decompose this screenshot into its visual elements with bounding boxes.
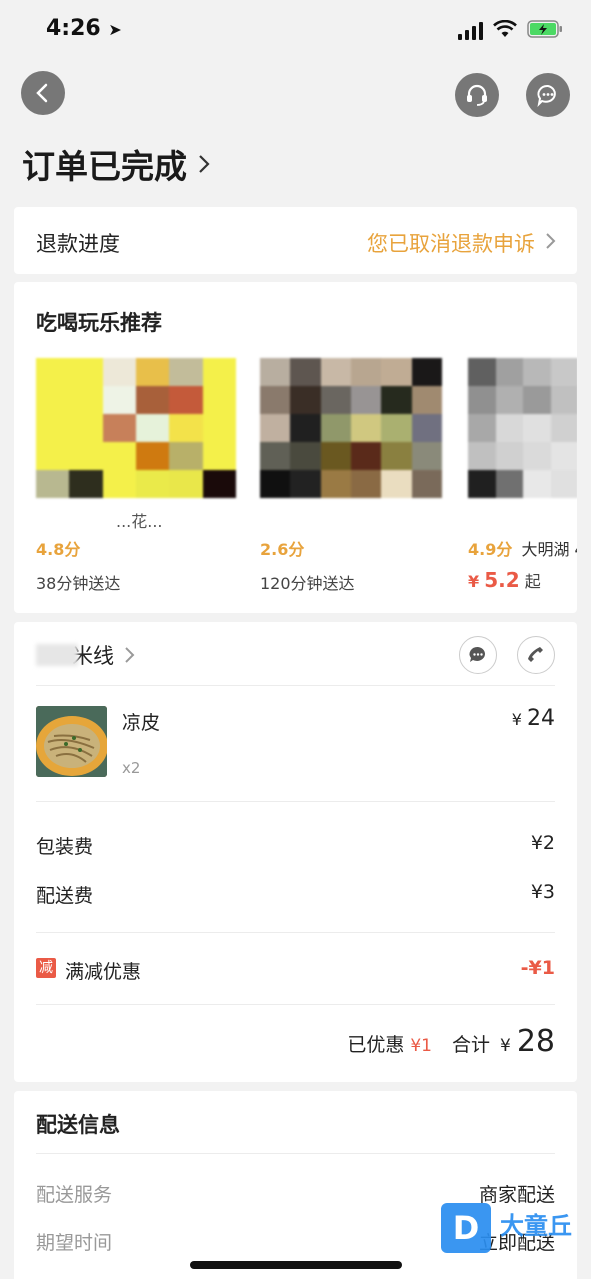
divider	[36, 1153, 555, 1154]
price-value: 24	[527, 706, 555, 731]
fee-label: 配送费	[36, 885, 94, 907]
status-time: 4:26 ➤	[46, 16, 122, 41]
recommend-card: 吃喝玩乐推荐 ...花... 4.8分 38分钟送达 2.6分 120分钟送达	[14, 282, 577, 613]
store-rating: 2.6分	[260, 540, 305, 559]
store-thumbnail	[260, 358, 442, 498]
chevron-left-icon	[36, 83, 48, 103]
food-image	[36, 706, 107, 777]
divider	[36, 801, 555, 802]
page-title: 订单已完成	[22, 147, 187, 186]
price-symbol: ¥	[511, 710, 522, 729]
total-symbol: ¥	[499, 1036, 511, 1056]
chat-bubble-icon	[537, 85, 556, 107]
total-label: 合计	[451, 1034, 490, 1056]
recommend-title: 吃喝玩乐推荐	[36, 311, 162, 335]
chevron-right-icon	[125, 647, 135, 663]
message-button[interactable]	[526, 73, 570, 117]
delivery-time: 38分钟送达	[36, 574, 121, 593]
phone-icon	[528, 647, 543, 662]
discount-label: 满减优惠	[65, 961, 142, 983]
status-time-text: 4:26	[46, 16, 101, 41]
divider	[36, 685, 555, 686]
food-price: ¥ 24	[512, 706, 555, 731]
refund-status: 您已取消退款申诉	[367, 232, 535, 256]
store-thumbnail	[468, 358, 577, 498]
shop-name-link[interactable]: 米线	[36, 640, 136, 670]
signal-icon	[458, 22, 483, 40]
fee-label: 包装费	[36, 836, 94, 858]
price-symbol: ¥	[468, 572, 480, 591]
chevron-right-icon	[546, 233, 556, 249]
divider	[36, 932, 555, 933]
delivery-title: 配送信息	[36, 1113, 120, 1137]
recommend-item[interactable]: 2.6分 120分钟送达	[260, 358, 460, 594]
total-value: 28	[516, 1024, 555, 1059]
back-button[interactable]	[21, 71, 65, 115]
food-name: 凉皮	[122, 712, 161, 734]
refund-progress-row[interactable]: 退款进度 您已取消退款申诉	[14, 207, 577, 274]
chat-bubble-icon	[469, 646, 486, 662]
customer-service-button[interactable]	[455, 73, 499, 117]
watermark-logo-glyph: D	[452, 1209, 480, 1247]
status-indicators	[458, 19, 563, 42]
delivery-service-value: 商家配送	[478, 1184, 555, 1206]
battery-icon	[527, 20, 563, 42]
discount-badge: 减	[36, 958, 56, 978]
store-thumbnail	[36, 358, 236, 498]
saved-label: 已优惠	[347, 1034, 405, 1056]
recommend-item[interactable]: ...花... 4.8分 38分钟送达	[36, 358, 236, 594]
delivery-info-card: 配送信息 配送服务 商家配送 期望时间 立即配送	[14, 1091, 577, 1279]
watermark-logo: D	[441, 1203, 491, 1253]
store-rating: 4.8分	[36, 540, 81, 559]
order-detail-card: 米线 凉皮 x2 ¥ 24 包装费 ¥2 配送费 ¥3 减 满减优惠 -¥1 已…	[14, 622, 577, 1082]
store-name: 大明湖 4	[521, 540, 577, 559]
call-shop-button[interactable]	[517, 636, 555, 674]
store-name: ...花...	[116, 512, 163, 531]
food-quantity: x2	[122, 759, 141, 777]
watermark-text: 大童丘	[500, 1212, 572, 1240]
home-indicator	[190, 1261, 402, 1269]
price-suffix: 起	[524, 572, 541, 591]
price-value: 5.2	[484, 568, 520, 592]
fee-value: ¥3	[530, 881, 555, 903]
delivery-time: 120分钟送达	[260, 574, 355, 593]
delivery-service-label: 配送服务	[36, 1184, 113, 1206]
chevron-right-icon	[199, 155, 210, 173]
expected-time-label: 期望时间	[36, 1232, 113, 1254]
divider	[36, 1004, 555, 1005]
shop-name: 米线	[72, 644, 114, 668]
shop-name-blur	[36, 644, 78, 666]
discount-value: -¥1	[520, 957, 555, 979]
recommend-item[interactable]: 4.9分 大明湖 4 ¥ 5.2 起	[468, 358, 577, 592]
location-arrow-icon: ➤	[108, 20, 122, 39]
fee-value: ¥2	[530, 832, 555, 854]
headset-icon	[467, 84, 487, 106]
chat-shop-button[interactable]	[459, 636, 497, 674]
refund-label: 退款进度	[36, 232, 120, 256]
order-status-title[interactable]: 订单已完成	[22, 140, 211, 188]
wifi-icon	[493, 19, 517, 42]
saved-value: ¥1	[410, 1036, 432, 1056]
order-summary: 已优惠 ¥1 合计 ¥ 28	[347, 1024, 555, 1059]
store-rating: 4.9分	[468, 540, 513, 559]
